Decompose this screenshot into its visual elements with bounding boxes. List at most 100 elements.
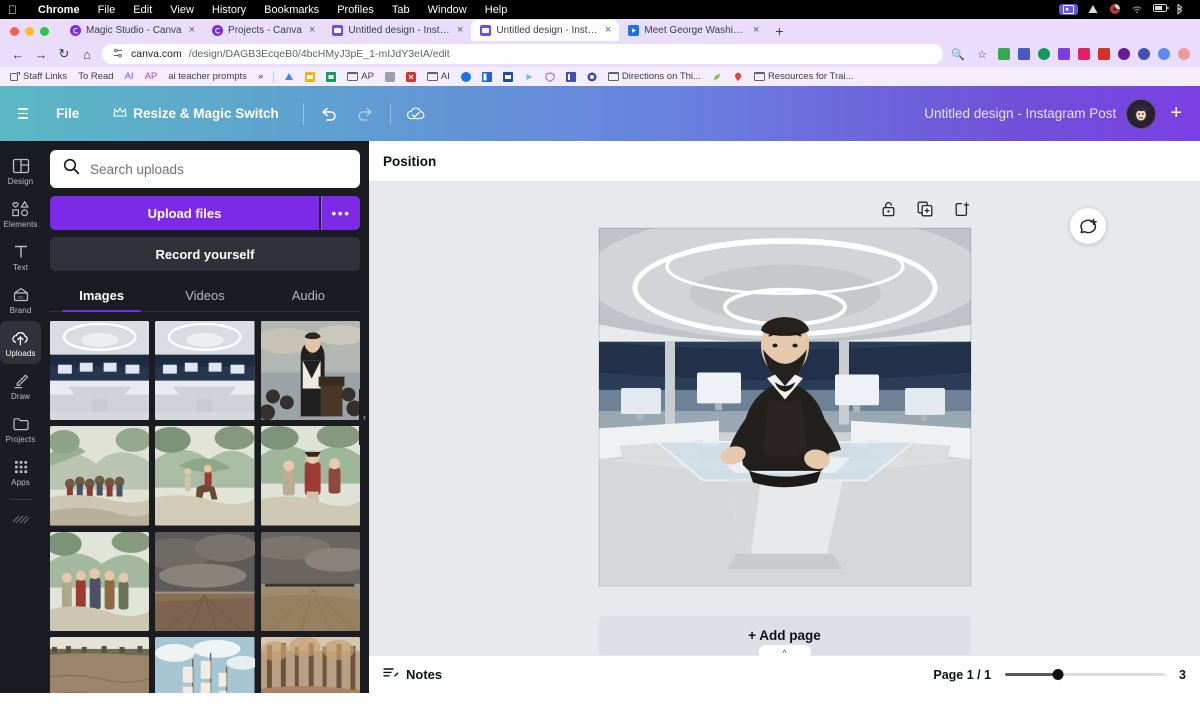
bookmark-folder-ai[interactable]: AI — [423, 70, 454, 83]
menu-help[interactable]: Help — [476, 4, 517, 16]
cloud-saved-icon[interactable] — [405, 103, 427, 125]
tab-videos[interactable]: Videos — [153, 279, 256, 311]
close-tab-button[interactable]: × — [187, 25, 197, 36]
add-page-icon[interactable] — [954, 200, 971, 217]
minimize-window-button[interactable] — [25, 27, 34, 36]
sidebar-item-uploads[interactable]: Uploads — [0, 321, 41, 364]
design-page[interactable] — [598, 228, 971, 587]
sidebar-item-elements[interactable]: Elements — [0, 192, 41, 235]
upload-thumb-futuristic-newsroom-1[interactable] — [50, 321, 150, 421]
bookmark-leaf[interactable] — [708, 71, 726, 83]
upload-thumb-futuristic-newsroom-2[interactable] — [155, 321, 255, 421]
tab-images[interactable]: Images — [50, 279, 153, 312]
site-settings-icon[interactable] — [112, 47, 124, 62]
colorwheel-icon[interactable] — [1109, 3, 1122, 16]
bookmark-window[interactable] — [478, 71, 496, 83]
upload-thumb-colonial-assembly[interactable] — [50, 531, 150, 632]
bookmark-canva[interactable] — [402, 71, 420, 83]
browser-tab-4-active[interactable]: Untitled design - Instagram P × — [471, 20, 620, 41]
sidebar-item-more[interactable] — [0, 502, 41, 534]
avatar[interactable] — [1126, 98, 1157, 129]
tab-audio[interactable]: Audio — [257, 279, 360, 311]
search-input[interactable]: Search uploads — [50, 150, 360, 188]
close-tab-button[interactable]: × — [307, 25, 317, 36]
bookmark-staff-links[interactable]: Staff Links — [6, 70, 71, 83]
document-title[interactable]: Untitled design - Instagram Post — [924, 106, 1116, 121]
back-icon[interactable]: ← — [10, 46, 26, 62]
zoom-slider[interactable] — [1005, 668, 1166, 682]
bookmarks-overflow-button[interactable]: » — [254, 70, 267, 83]
upload-files-button[interactable]: Upload files — [50, 196, 319, 230]
hamburger-icon[interactable] — [14, 102, 32, 125]
upload-thumb-rider-on-horse-valley[interactable] — [155, 426, 255, 526]
bookmark-sheets[interactable] — [322, 71, 340, 83]
upload-thumb-dusty-plain[interactable] — [260, 531, 360, 632]
bookmark-slides[interactable] — [301, 71, 319, 83]
extension-icon[interactable] — [998, 48, 1010, 60]
file-menu-button[interactable]: File — [46, 100, 89, 127]
sidebar-item-brand[interactable]: co. Brand — [0, 278, 41, 321]
bookmark-resources-for-trai[interactable]: Resources for Trai... — [750, 70, 858, 83]
menu-file[interactable]: File — [89, 4, 125, 16]
upload-thumb-dry-cracked-field[interactable] — [50, 637, 150, 693]
expand-panel-button[interactable]: ^ — [758, 645, 811, 658]
menu-chrome[interactable]: Chrome — [29, 4, 89, 16]
bookmark-ai[interactable]: AI — [121, 70, 138, 83]
extension-icon[interactable] — [1178, 48, 1190, 60]
extension-icon[interactable] — [1158, 48, 1170, 60]
menu-history[interactable]: History — [203, 4, 255, 16]
extension-icon[interactable] — [1038, 48, 1050, 60]
upload-thumb-colonial-soldiers-marching[interactable] — [50, 426, 150, 526]
window-controls[interactable] — [8, 27, 61, 41]
browser-tab-3[interactable]: Untitled design - Instagram P × — [323, 20, 471, 41]
bookmark-target[interactable] — [583, 71, 601, 83]
bookmark-to-read[interactable]: To Read — [74, 70, 117, 83]
duplicate-page-icon[interactable] — [917, 200, 934, 217]
sidebar-item-text[interactable]: Text — [0, 235, 41, 278]
bookmark-gray[interactable] — [381, 71, 399, 83]
bluetooth-icon[interactable] — [1175, 3, 1188, 16]
browser-tab-2[interactable]: Projects - Canva × — [203, 20, 323, 41]
upload-thumb-tall-ship-at-sea[interactable] — [155, 637, 255, 693]
bookmark-directions-on-thi[interactable]: Directions on Thi... — [604, 70, 705, 83]
sidebar-item-projects[interactable]: Projects — [0, 407, 41, 450]
record-yourself-button[interactable]: Record yourself — [50, 237, 360, 271]
bookmark-shield[interactable] — [541, 71, 559, 83]
battery-icon[interactable] — [1153, 3, 1169, 16]
lock-icon[interactable] — [880, 200, 897, 217]
position-button[interactable]: Position — [383, 154, 436, 169]
notes-button[interactable]: Notes — [383, 666, 442, 684]
screen-share-badge-icon[interactable] — [1059, 4, 1078, 15]
menu-tab[interactable]: Tab — [383, 4, 419, 16]
upload-thumb-stormy-field[interactable] — [155, 531, 255, 632]
home-icon[interactable]: ⌂ — [79, 46, 95, 62]
browser-tab-5[interactable]: Meet George Washington, th × — [619, 20, 767, 41]
sidebar-item-design[interactable]: Design — [0, 149, 41, 192]
upload-thumb-autumn-forest[interactable] — [260, 637, 360, 693]
apple-menu-icon[interactable]:  — [8, 4, 17, 16]
forward-icon[interactable]: → — [33, 46, 49, 62]
resize-magic-switch-button[interactable]: Resize & Magic Switch — [103, 100, 289, 127]
upload-more-button[interactable]: ••• — [321, 196, 360, 230]
maximize-window-button[interactable] — [40, 27, 49, 36]
bookmark-book[interactable] — [562, 71, 580, 83]
menu-window[interactable]: Window — [419, 4, 476, 16]
sidebar-item-draw[interactable]: Draw — [0, 364, 41, 407]
extension-icon[interactable] — [1118, 48, 1130, 60]
extension-icon[interactable] — [1018, 48, 1030, 60]
upload-thumb-lincoln-speech[interactable] — [260, 321, 360, 421]
collapse-panel-button[interactable]: ‹ — [359, 389, 369, 445]
menu-view[interactable]: View — [161, 4, 203, 16]
upload-thumb-colonial-officer-group[interactable] — [260, 426, 360, 526]
bookmark-pin[interactable] — [729, 71, 747, 83]
add-collaborator-button[interactable]: + — [1166, 102, 1186, 125]
new-tab-button[interactable]: + — [767, 23, 791, 41]
bookmark-drive[interactable] — [280, 71, 298, 83]
undo-icon[interactable] — [318, 103, 340, 125]
menu-edit[interactable]: Edit — [124, 4, 161, 16]
close-tab-button[interactable]: × — [751, 25, 761, 36]
close-tab-button[interactable]: × — [455, 25, 465, 36]
slider-thumb[interactable] — [1052, 669, 1064, 680]
bookmark-play[interactable] — [520, 71, 538, 83]
bookmark-circle-blue[interactable] — [457, 71, 475, 83]
